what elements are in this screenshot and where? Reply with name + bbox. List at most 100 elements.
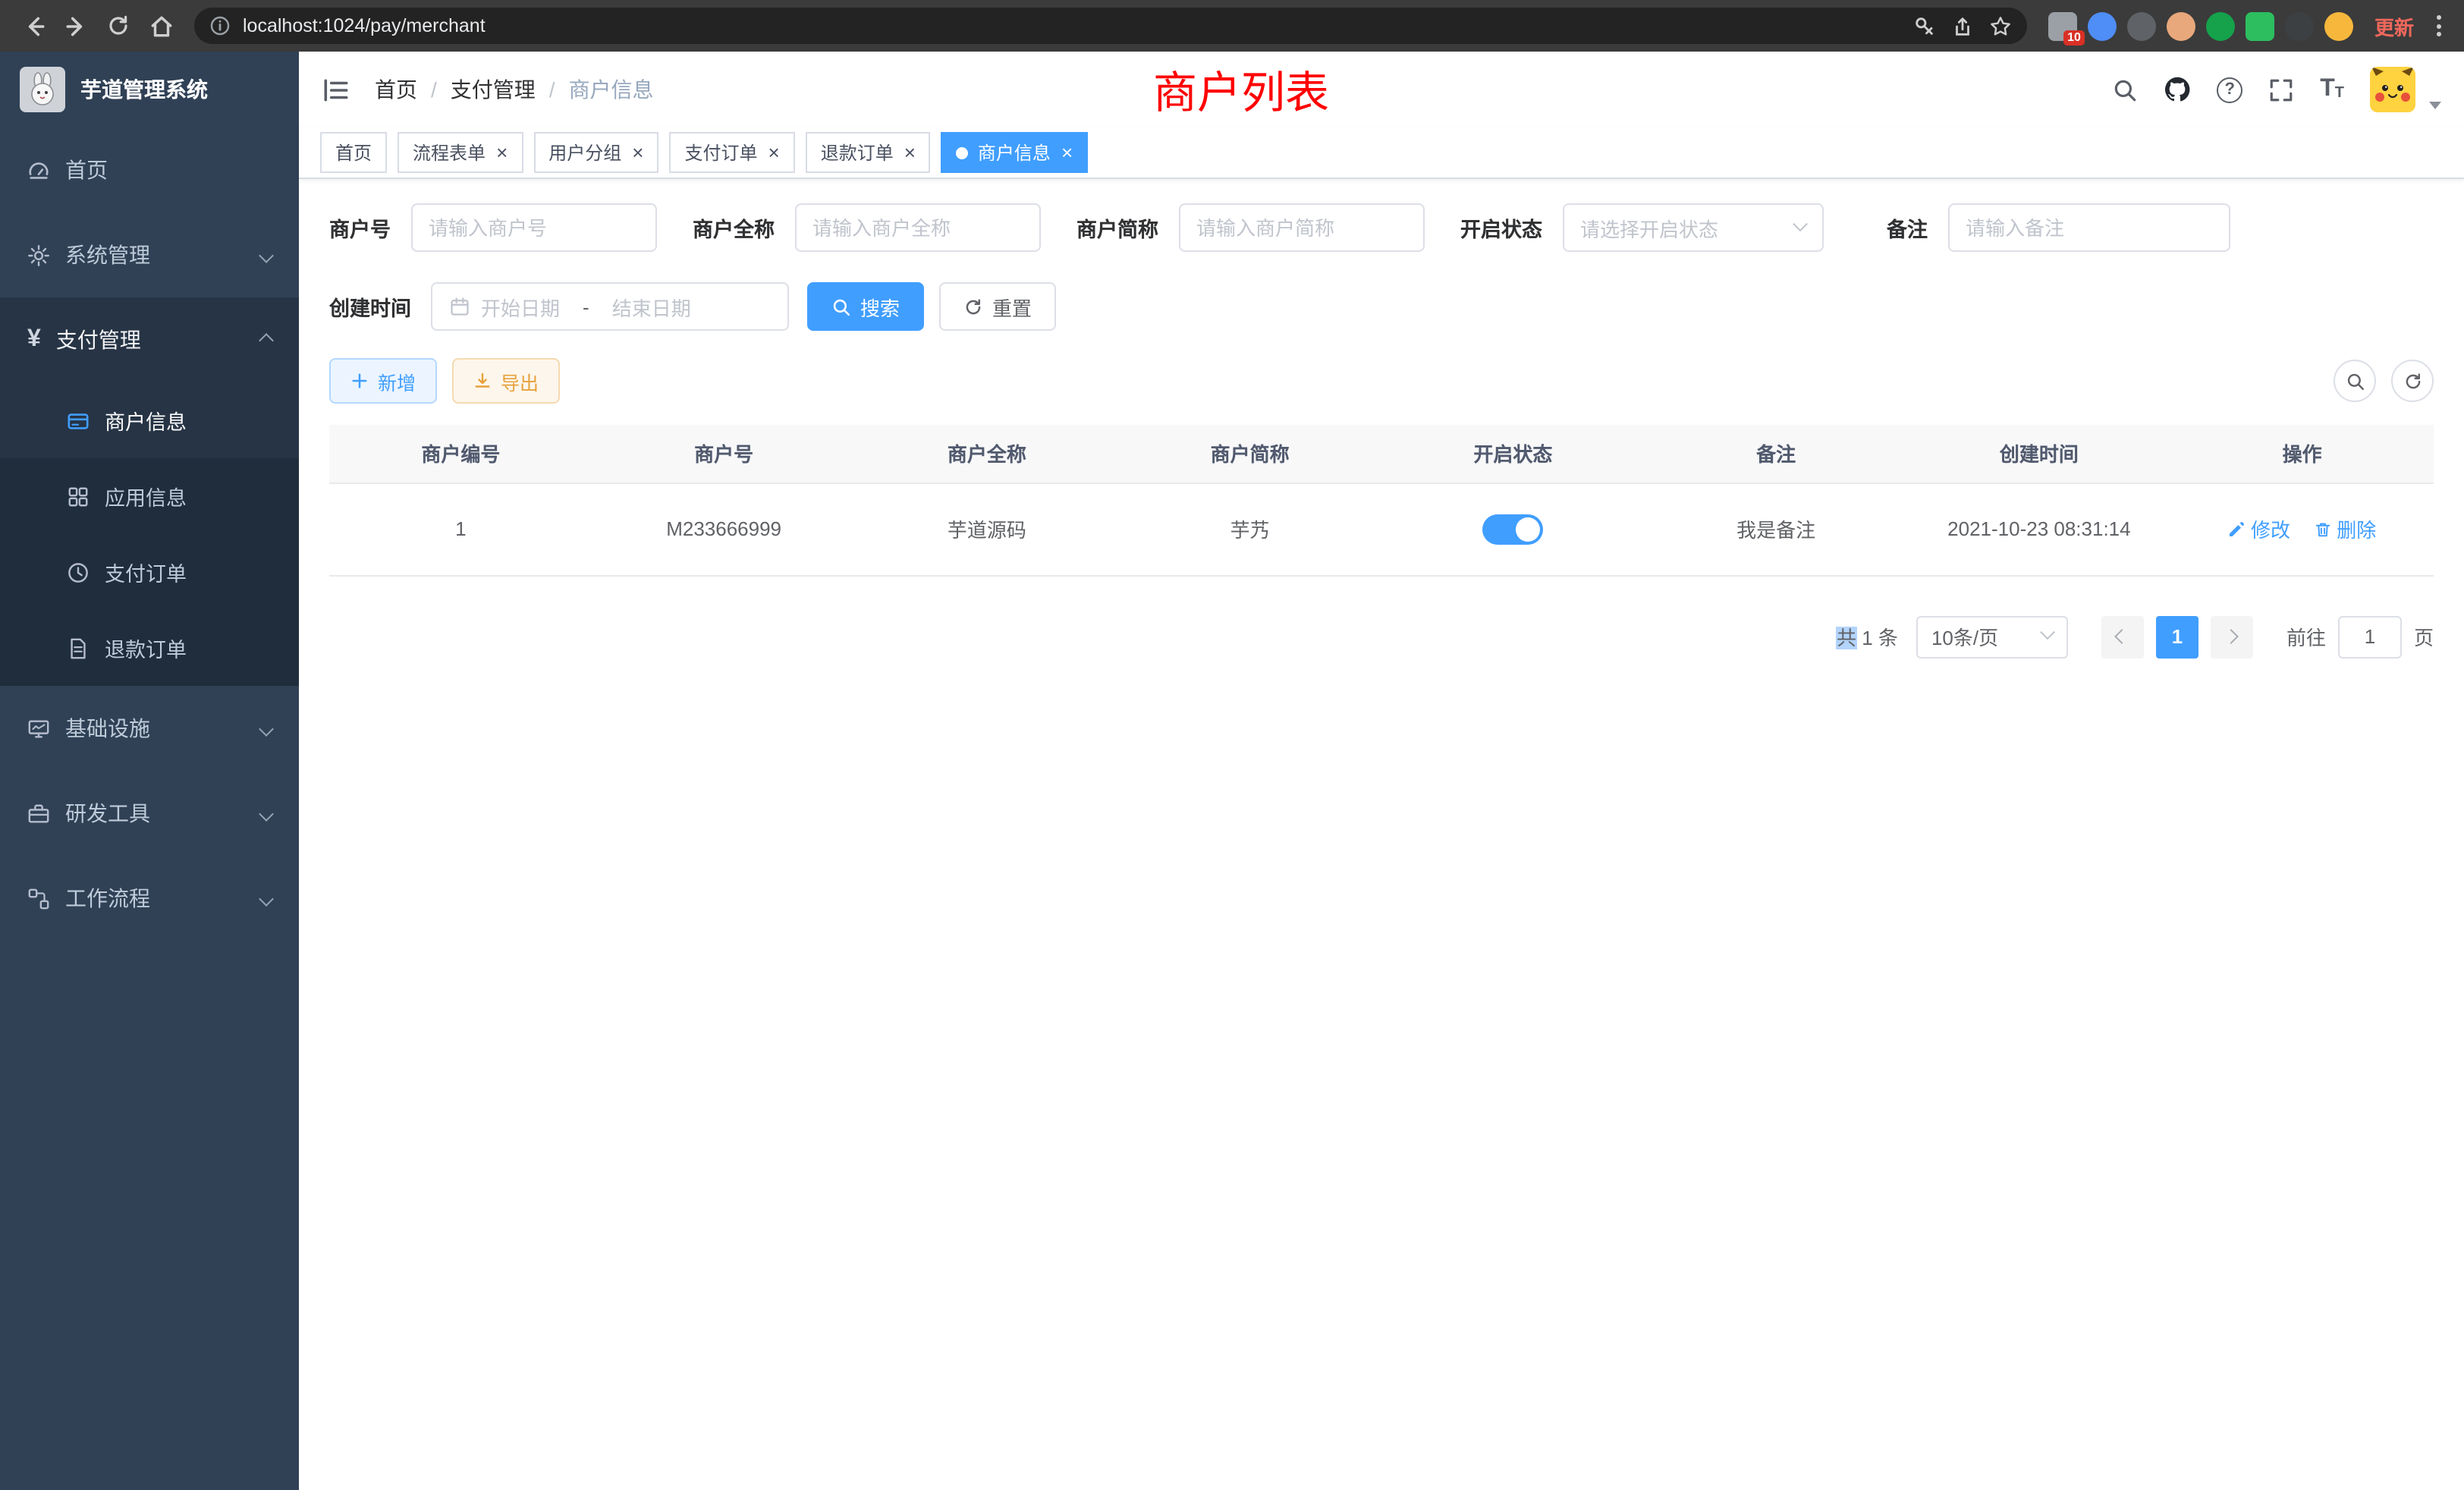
extension-dark-circle-icon[interactable] [2127, 11, 2156, 40]
breadcrumb-home[interactable]: 首页 [375, 74, 417, 105]
cell-short-name: 芋艿 [1118, 483, 1381, 575]
github-icon[interactable] [2164, 76, 2191, 103]
reset-button[interactable]: 重置 [939, 282, 1056, 331]
page-size-select[interactable]: 10条/页 [1916, 615, 2068, 658]
extension-blue-drop-icon[interactable] [2088, 11, 2117, 40]
status-select[interactable]: 请选择开启状态 [1562, 203, 1823, 252]
share-icon[interactable] [1951, 14, 1974, 37]
sidebar-item-refund-order[interactable]: 退款订单 [0, 610, 299, 686]
page-unit-label: 页 [2414, 622, 2434, 651]
breadcrumb-current: 商户信息 [569, 74, 654, 105]
sidebar-item-label: 首页 [65, 155, 108, 185]
close-icon[interactable]: × [768, 143, 780, 162]
sidebar-item-infra[interactable]: 基础设施 [0, 686, 299, 771]
merchant-no-input[interactable] [410, 203, 656, 252]
tab-pay-order[interactable]: 支付订单× [669, 132, 794, 173]
full-name-input[interactable] [794, 203, 1040, 252]
full-name-label: 商户全称 [693, 212, 775, 243]
refresh-table-button[interactable] [2391, 360, 2434, 402]
close-icon[interactable]: × [1061, 143, 1073, 162]
tab-merchant-info[interactable]: 商户信息× [941, 132, 1088, 173]
sidebar-toggle[interactable] [322, 75, 350, 104]
sidebar-item-label: 应用信息 [105, 481, 187, 511]
extension-avatar-icon[interactable] [2167, 11, 2195, 40]
edit-link[interactable]: 修改 [2228, 514, 2290, 543]
extension-dark-puzzle-icon[interactable] [2285, 11, 2314, 40]
active-tab-dot [957, 146, 969, 159]
fullscreen-icon[interactable] [2268, 77, 2294, 102]
sidebar-item-merchant-info[interactable]: 商户信息 [0, 382, 299, 458]
sidebar-item-label: 基础设施 [65, 713, 150, 743]
close-icon[interactable]: × [632, 143, 643, 162]
address-bar[interactable]: localhost:1024/pay/merchant [194, 8, 2027, 44]
sidebar-item-payment[interactable]: ¥ 支付管理 [0, 297, 299, 382]
date-separator: - [570, 295, 602, 318]
navbar-actions: ? TT [2112, 67, 2441, 112]
sidebar-item-devtools[interactable]: 研发工具 [0, 771, 299, 856]
extension-green-circle-icon[interactable] [2206, 11, 2235, 40]
export-button[interactable]: 导出 [452, 358, 560, 404]
delete-link[interactable]: 删除 [2314, 514, 2376, 543]
next-page-button[interactable] [2211, 615, 2253, 658]
refresh-icon [2403, 371, 2422, 391]
sidebar-item-workflow[interactable]: 工作流程 [0, 856, 299, 941]
plus-icon [350, 372, 369, 390]
page-content: 商户号 商户全称 商户简称 开启状态 请选择开启状态 [299, 179, 2464, 1490]
font-size-icon[interactable]: TT [2320, 77, 2344, 102]
home-icon[interactable] [140, 5, 182, 47]
sidebar-item-label: 研发工具 [65, 798, 150, 828]
user-avatar[interactable] [2370, 67, 2415, 112]
url-text[interactable]: localhost:1024/pay/merchant [243, 15, 486, 36]
monitor-icon [27, 717, 50, 740]
breadcrumb-section[interactable]: 支付管理 [451, 74, 536, 105]
extensions-puzzle-icon[interactable]: 10 [2048, 11, 2077, 40]
date-end-placeholder: 结束日期 [612, 292, 691, 321]
reload-icon[interactable] [97, 5, 140, 47]
browser-window: localhost:1024/pay/merchant 10 更新 [0, 0, 2464, 1490]
grid-icon [67, 485, 90, 508]
date-range-picker[interactable]: 开始日期 - 结束日期 [431, 282, 789, 331]
sidebar-item-pay-order[interactable]: 支付订单 [0, 534, 299, 610]
add-button[interactable]: 新增 [329, 358, 437, 404]
yen-icon: ¥ [27, 328, 41, 352]
tab-user-group[interactable]: 用户分组× [533, 132, 658, 173]
tab-process-form[interactable]: 流程表单× [398, 132, 523, 173]
remark-input[interactable] [1947, 203, 2230, 252]
tab-refund-order[interactable]: 退款订单× [806, 132, 931, 173]
toggle-search-button[interactable] [2334, 360, 2376, 402]
chevron-down-icon [259, 806, 274, 821]
sidebar-item-system[interactable]: 系统管理 [0, 212, 299, 297]
forward-icon[interactable] [55, 5, 97, 47]
password-key-icon[interactable] [1913, 14, 1936, 37]
sidebar-item-home[interactable]: 首页 [0, 127, 299, 212]
page-number-1[interactable]: 1 [2156, 615, 2198, 658]
table-row: 1 M233666999 芋道源码 芋艿 我是备注 2021-10-23 08:… [329, 483, 2434, 575]
close-icon[interactable]: × [496, 143, 508, 162]
prev-page-button[interactable] [2101, 615, 2144, 658]
col-created-at: 创建时间 [1908, 425, 2171, 483]
chevron-down-icon [259, 247, 274, 262]
extension-green-square-icon[interactable] [2246, 11, 2274, 40]
back-icon[interactable] [12, 5, 55, 47]
site-info-icon[interactable] [209, 15, 231, 36]
bookmark-star-icon[interactable] [1989, 14, 2012, 37]
status-toggle[interactable] [1482, 514, 1543, 544]
extension-smiley-icon[interactable] [2324, 11, 2353, 40]
short-name-label: 商户简称 [1076, 212, 1158, 243]
date-start-placeholder: 开始日期 [481, 292, 560, 321]
search-button[interactable]: 搜索 [807, 282, 924, 331]
help-icon[interactable]: ? [2217, 77, 2242, 102]
close-icon[interactable]: × [904, 143, 916, 162]
app-logo-row[interactable]: 芋道管理系统 [0, 52, 299, 127]
chrome-menu-icon[interactable] [2426, 15, 2452, 36]
short-name-input[interactable] [1178, 203, 1424, 252]
sidebar-item-app-info[interactable]: 应用信息 [0, 458, 299, 534]
chrome-update-button[interactable]: 更新 [2362, 11, 2426, 40]
user-menu-caret-icon[interactable] [2429, 102, 2441, 109]
breadcrumb-separator: / [549, 77, 555, 102]
goto-page-input[interactable] [2338, 615, 2402, 658]
tab-home[interactable]: 首页 [320, 132, 387, 173]
header-search-icon[interactable] [2112, 77, 2138, 102]
calendar-icon [449, 296, 470, 317]
merchant-table: 商户编号 商户号 商户全称 商户简称 开启状态 备注 创建时间 操作 1 [329, 425, 2434, 576]
